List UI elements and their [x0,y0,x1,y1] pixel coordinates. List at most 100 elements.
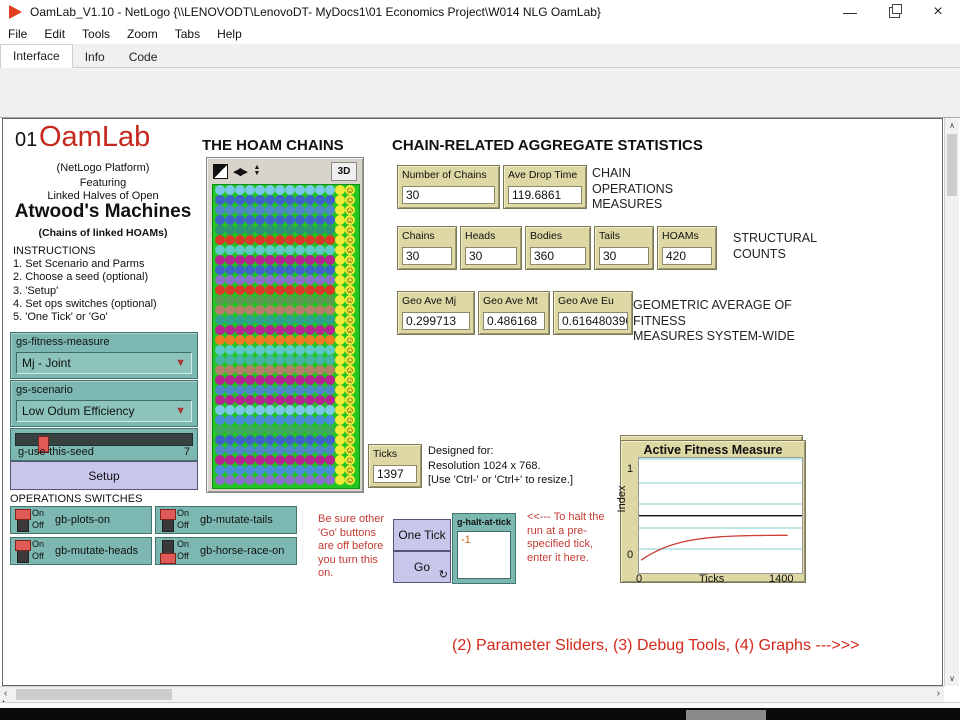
hoam-dot [255,205,265,215]
menu-edit[interactable]: Edit [44,27,65,41]
menu-tools[interactable]: Tools [82,27,110,41]
switch-gb-plots-on[interactable]: OnOffgb-plots-on [10,506,152,534]
hoam-dot [285,395,295,405]
switch-knob-on[interactable] [15,540,31,551]
switch-knob-on[interactable] [160,509,176,520]
setup-button[interactable]: Setup [10,461,198,490]
hoam-chain-row: ☺ [213,215,359,225]
hoam-dot [315,345,325,355]
vertical-arrows-icon[interactable]: ▲▼ [251,165,263,178]
hoam-dot [285,295,295,305]
view-3d-button[interactable]: 3D [331,162,357,181]
chooser-gs-fitness-measure[interactable]: gs-fitness-measure Mj - Joint ▼ [10,332,198,379]
designed-for-line: Designed for: [428,444,573,459]
tab-code[interactable]: Code [117,46,170,69]
slider-track[interactable] [15,433,193,446]
instruction-line: 3. 'Setup' [13,285,203,298]
hoam-dot [265,235,275,245]
hoam-dot [275,215,285,225]
hoam-dot [255,195,265,205]
contrast-square-icon[interactable] [213,164,228,179]
hoam-dot [245,315,255,325]
slider-value: 7 [184,446,190,458]
hoam-dot [215,375,225,385]
hoam-dot [255,415,265,425]
hoam-dot [325,385,335,395]
monitor-heads: Heads30 [460,226,522,270]
close-button[interactable]: × [916,0,960,24]
scroll-left-icon[interactable]: ‹ [4,688,7,699]
hoam-dot [315,395,325,405]
menu-file[interactable]: File [8,27,27,41]
switch-on-label: On [32,508,44,520]
vertical-scroll-thumb[interactable] [947,134,957,196]
halt-hint-note: <<--- To halt the run at a pre-specified… [527,511,611,565]
hoam-dot [225,275,235,285]
horizontal-arrows-icon[interactable]: ◀▶ [233,165,246,178]
minimize-button[interactable]: — [828,0,872,24]
hoam-dot [275,345,285,355]
hoam-dot [225,255,235,265]
monitor-value: 30 [402,247,452,265]
switch-gb-mutate-tails[interactable]: OnOffgb-mutate-tails [155,506,297,534]
smiley-dot: ☺ [345,195,355,205]
vertical-scrollbar[interactable]: ∧ ∨ [944,118,959,686]
chain-end-dot [335,415,345,425]
hoam-dot [255,275,265,285]
hoam-dot [305,305,315,315]
hoam-dot [245,475,255,485]
scroll-right-icon[interactable]: › [937,688,940,699]
hoam-dot [235,275,245,285]
horizontal-scrollbar[interactable]: ‹ › [0,686,944,702]
hoam-dot [295,355,305,365]
go-button[interactable]: Go ↻ [393,551,451,583]
switch-name: gb-mutate-heads [55,538,138,564]
switch-knob-off[interactable] [160,553,176,564]
hoam-chain-row: ☺ [213,225,359,235]
chooser-select[interactable]: Low Odum Efficiency ▼ [16,400,192,422]
tab-interface[interactable]: Interface [0,44,73,69]
input-g-halt-at-tick[interactable]: g-halt-at-tick -1 [452,513,516,584]
scroll-down-icon[interactable]: ∨ [945,674,959,683]
chain-end-dot [335,245,345,255]
hoam-dot [275,365,285,375]
hoam-dot [315,295,325,305]
hoam-dot [325,205,335,215]
chooser-select[interactable]: Mj - Joint ▼ [16,352,192,374]
slider-g-use-this-seed[interactable]: g-use-this-seed 7 [10,428,198,461]
tab-info[interactable]: Info [73,46,117,69]
menu-help[interactable]: Help [217,27,242,41]
smiley-dot: ☺ [345,255,355,265]
hoam-chain-row: ☺ [213,405,359,415]
horizontal-scroll-thumb[interactable] [16,689,172,700]
scroll-up-icon[interactable]: ∧ [945,121,959,130]
one-tick-button[interactable]: One Tick [393,519,451,551]
chooser-gs-scenario[interactable]: gs-scenario Low Odum Efficiency ▼ [10,380,198,427]
hoam-dot [285,225,295,235]
world-view-widget[interactable]: ◀▶ ▲▼ 3D ☺☺☺☺☺☺☺☺☺☺☺☺☺☺☺☺☺☺☺☺☺☺☺☺☺☺☺☺☺☺ [206,157,364,493]
hoam-dot [275,355,285,365]
hoam-dot [295,215,305,225]
hoam-dot [275,455,285,465]
hoam-dot [305,235,315,245]
hoam-dot [295,225,305,235]
monitor-hoams: HOAMs420 [657,226,717,270]
hoam-chain-row: ☺ [213,385,359,395]
switch-knob-on[interactable] [15,509,31,520]
switch-gb-horse-race-on[interactable]: OnOffgb-horse-race-on [155,537,297,565]
input-value-box[interactable]: -1 [457,531,511,579]
hoam-dot [215,265,225,275]
title-bar[interactable]: OamLab_V1.10 - NetLogo {\\LENOVODT\Lenov… [0,0,960,25]
smiley-dot: ☺ [345,275,355,285]
hoam-dot [225,415,235,425]
hoam-dot [295,315,305,325]
switch-gb-mutate-heads[interactable]: OnOffgb-mutate-heads [10,537,152,565]
chain-end-dot [335,335,345,345]
menu-zoom[interactable]: Zoom [127,27,158,41]
hoam-dot [245,415,255,425]
menu-tabs[interactable]: Tabs [175,27,200,41]
hoam-dot [215,425,225,435]
world-view[interactable]: ☺☺☺☺☺☺☺☺☺☺☺☺☺☺☺☺☺☺☺☺☺☺☺☺☺☺☺☺☺☺ [212,184,360,489]
smiley-dot: ☺ [345,215,355,225]
restore-button[interactable] [872,0,916,24]
